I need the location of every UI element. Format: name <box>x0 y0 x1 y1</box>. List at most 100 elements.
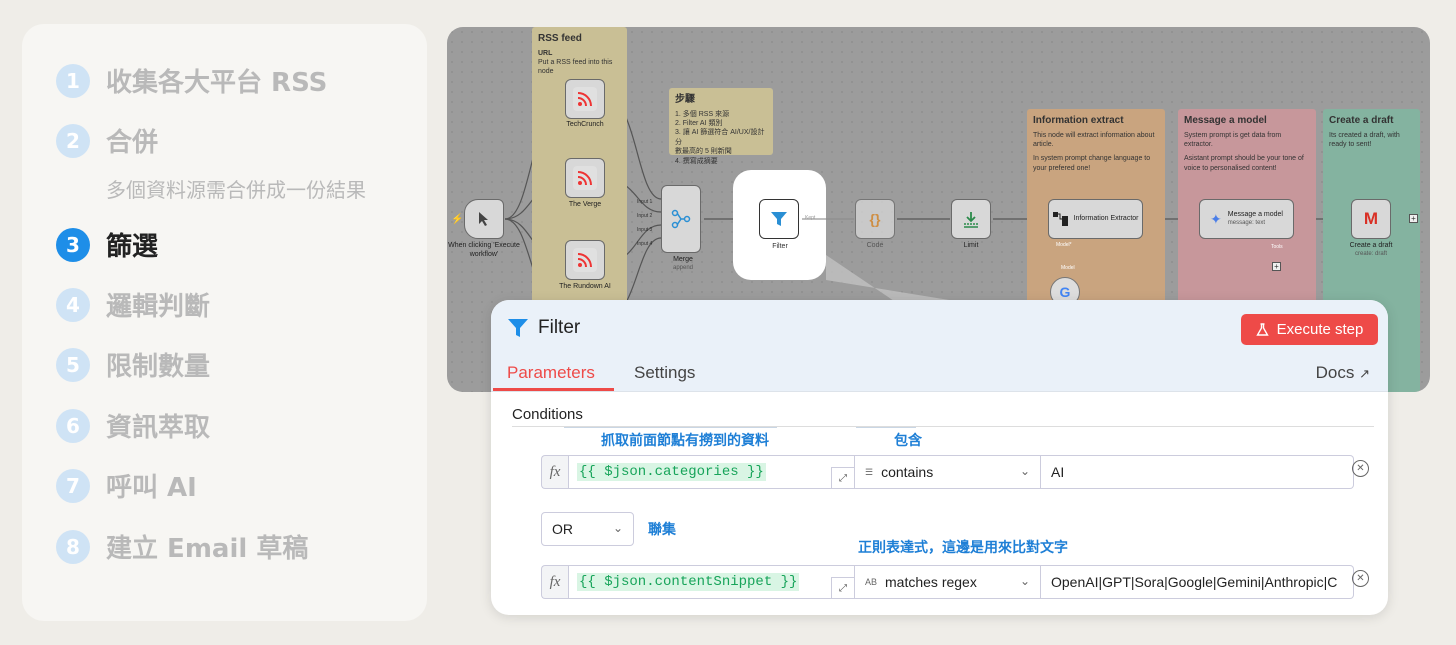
annotation-contains: 包含 <box>894 433 922 449</box>
information-extractor-node[interactable]: Information Extractor <box>1048 199 1143 239</box>
tab-parameters[interactable]: Parameters <box>507 363 595 383</box>
step-number: 6 <box>56 408 90 443</box>
merge-node[interactable] <box>661 185 701 253</box>
operator-select[interactable]: AB matches regex ⌄ <box>855 565 1041 599</box>
node-label: The Verge <box>568 201 602 208</box>
add-node-icon[interactable]: + <box>1409 214 1418 223</box>
step-label: 建立 Email 草稿 <box>106 534 309 564</box>
filter-node[interactable] <box>759 199 799 239</box>
chevron-down-icon: ⌄ <box>612 521 623 535</box>
tab-settings[interactable]: Settings <box>634 363 695 383</box>
sticky-text: 4. 撰寫成摘要 <box>675 157 718 165</box>
limit-node[interactable] <box>951 199 991 239</box>
chevron-down-icon: ⌄ <box>1019 574 1030 588</box>
step-number: 1 <box>56 63 90 98</box>
rss-icon <box>573 87 597 111</box>
google-icon: G <box>1059 284 1071 300</box>
rss-node-rundown[interactable] <box>565 240 605 280</box>
step-number: 2 <box>56 123 90 158</box>
gmail-node[interactable]: M <box>1351 199 1391 239</box>
right-value-input[interactable]: AI <box>1041 455 1354 489</box>
rss-node-verge[interactable] <box>565 158 605 198</box>
sticky-title: RSS feed <box>538 33 582 44</box>
panel-title-text: Filter <box>538 317 581 338</box>
node-label: Limit <box>963 242 979 249</box>
docs-label: Docs <box>1315 363 1355 382</box>
sticky-text: 數最高的 5 則新聞 <box>675 148 732 156</box>
model-port-label: Model <box>1061 265 1075 271</box>
step-7: 7 呼叫 AI <box>56 467 197 504</box>
node-subtitle: create: draft <box>1354 250 1387 257</box>
sticky-text: 1. 多個 RSS 來源 <box>675 110 730 118</box>
node-label: Merge append <box>643 256 723 272</box>
node-name-text: Message a model <box>1227 210 1283 218</box>
gmail-icon: M <box>1363 209 1379 228</box>
merge-input-label: Input 4 <box>637 241 653 247</box>
step-2-subtitle: 多個資料源需合併成一份結果 <box>106 178 366 202</box>
rss-icon <box>573 166 597 190</box>
code-node[interactable]: {} <box>855 199 895 239</box>
trigger-label: When clicking 'Execute workflow' <box>448 242 520 258</box>
active-tab-indicator <box>493 388 614 391</box>
external-link-icon: ↗ <box>1359 366 1370 381</box>
docs-link[interactable]: Docs ↗ <box>1316 363 1370 383</box>
combinator-select[interactable]: OR ⌄ <box>541 512 634 546</box>
code-braces-icon: {} <box>869 211 881 227</box>
limit-icon <box>964 212 978 228</box>
node-name: Merge <box>673 256 693 263</box>
sticky-text: 2. Filter AI 類別 <box>675 119 723 127</box>
cursor-icon <box>479 212 488 226</box>
flask-icon <box>1255 322 1269 336</box>
conditions-label: Conditions <box>512 406 583 423</box>
sticky-title: Create a draft <box>1329 115 1394 126</box>
condition-row-2: fx {{ $json.contentSnippet }} ⤢ AB match… <box>541 565 1354 599</box>
operator-value: contains <box>881 464 934 480</box>
merge-input-label: Input 2 <box>637 213 653 219</box>
node-subtitle: append <box>672 264 694 271</box>
add-tool-icon[interactable]: + <box>1272 262 1281 271</box>
annotation-underline <box>564 427 777 428</box>
sticky-title: Message a model <box>1184 115 1267 126</box>
step-number: 3 <box>56 227 90 262</box>
manual-trigger-node[interactable] <box>464 199 504 239</box>
step-label: 資訊萃取 <box>106 413 211 443</box>
node-name: Information Extractor <box>1073 214 1139 222</box>
remove-condition-icon[interactable]: ✕ <box>1352 570 1369 587</box>
filter-node-label: Filter <box>772 243 788 250</box>
step-number: 8 <box>56 529 90 564</box>
filter-icon <box>508 319 528 337</box>
step-label: 收集各大平台 RSS <box>106 68 328 98</box>
merge-inputs: Input 1 Input 2 Input 3 Input 4 <box>637 195 652 251</box>
step-label: 邏輯判斷 <box>106 292 211 322</box>
sticky-text: URL <box>538 49 553 57</box>
step-label: 篩選 <box>106 232 159 262</box>
left-value-expression[interactable]: {{ $json.contentSnippet }} ⤢ <box>568 565 855 599</box>
annotation-union: 聯集 <box>648 522 676 538</box>
expand-editor-icon[interactable]: ⤢ <box>831 577 855 599</box>
sticky-text: In system prompt change language to your… <box>1033 155 1151 172</box>
expand-editor-icon[interactable]: ⤢ <box>831 467 855 489</box>
sticky-text: Asistant prompt should be your tone of v… <box>1184 155 1304 172</box>
sticky-text: Put a RSS feed into this node <box>538 58 613 76</box>
model-port-label: Model* <box>1056 242 1072 248</box>
filter-panel: Filter Execute step Parameters Settings … <box>491 300 1388 615</box>
sticky-text: Its created a draft, with ready to sent! <box>1329 131 1400 148</box>
step-number: 5 <box>56 347 90 382</box>
operator-select[interactable]: ☰ contains ⌄ <box>855 455 1041 489</box>
text-type-icon: AB <box>865 577 878 587</box>
expression-text: {{ $json.contentSnippet }} <box>577 573 800 591</box>
step-label: 呼叫 AI <box>106 473 197 503</box>
execute-step-button[interactable]: Execute step <box>1241 314 1378 345</box>
sticky-title: 步驟 <box>675 94 695 105</box>
right-value-input[interactable]: OpenAI|GPT|Sora|Google|Gemini|Anthropic|… <box>1041 565 1354 599</box>
step-label: 合併 <box>106 128 159 158</box>
rss-node-techcrunch[interactable] <box>565 79 605 119</box>
step-4: 4 邏輯判斷 <box>56 286 210 323</box>
remove-condition-icon[interactable]: ✕ <box>1352 460 1369 477</box>
message-model-node[interactable]: ✦ Message a model message: text <box>1199 199 1294 239</box>
gemini-icon: ✦ <box>1210 210 1222 227</box>
expression-text: {{ $json.categories }} <box>577 463 766 481</box>
annotation-regex: 正則表達式，這邊是用來比對文字 <box>858 540 1068 556</box>
left-value-expression[interactable]: {{ $json.categories }} ⤢ <box>568 455 855 489</box>
execute-step-label: Execute step <box>1276 321 1364 338</box>
